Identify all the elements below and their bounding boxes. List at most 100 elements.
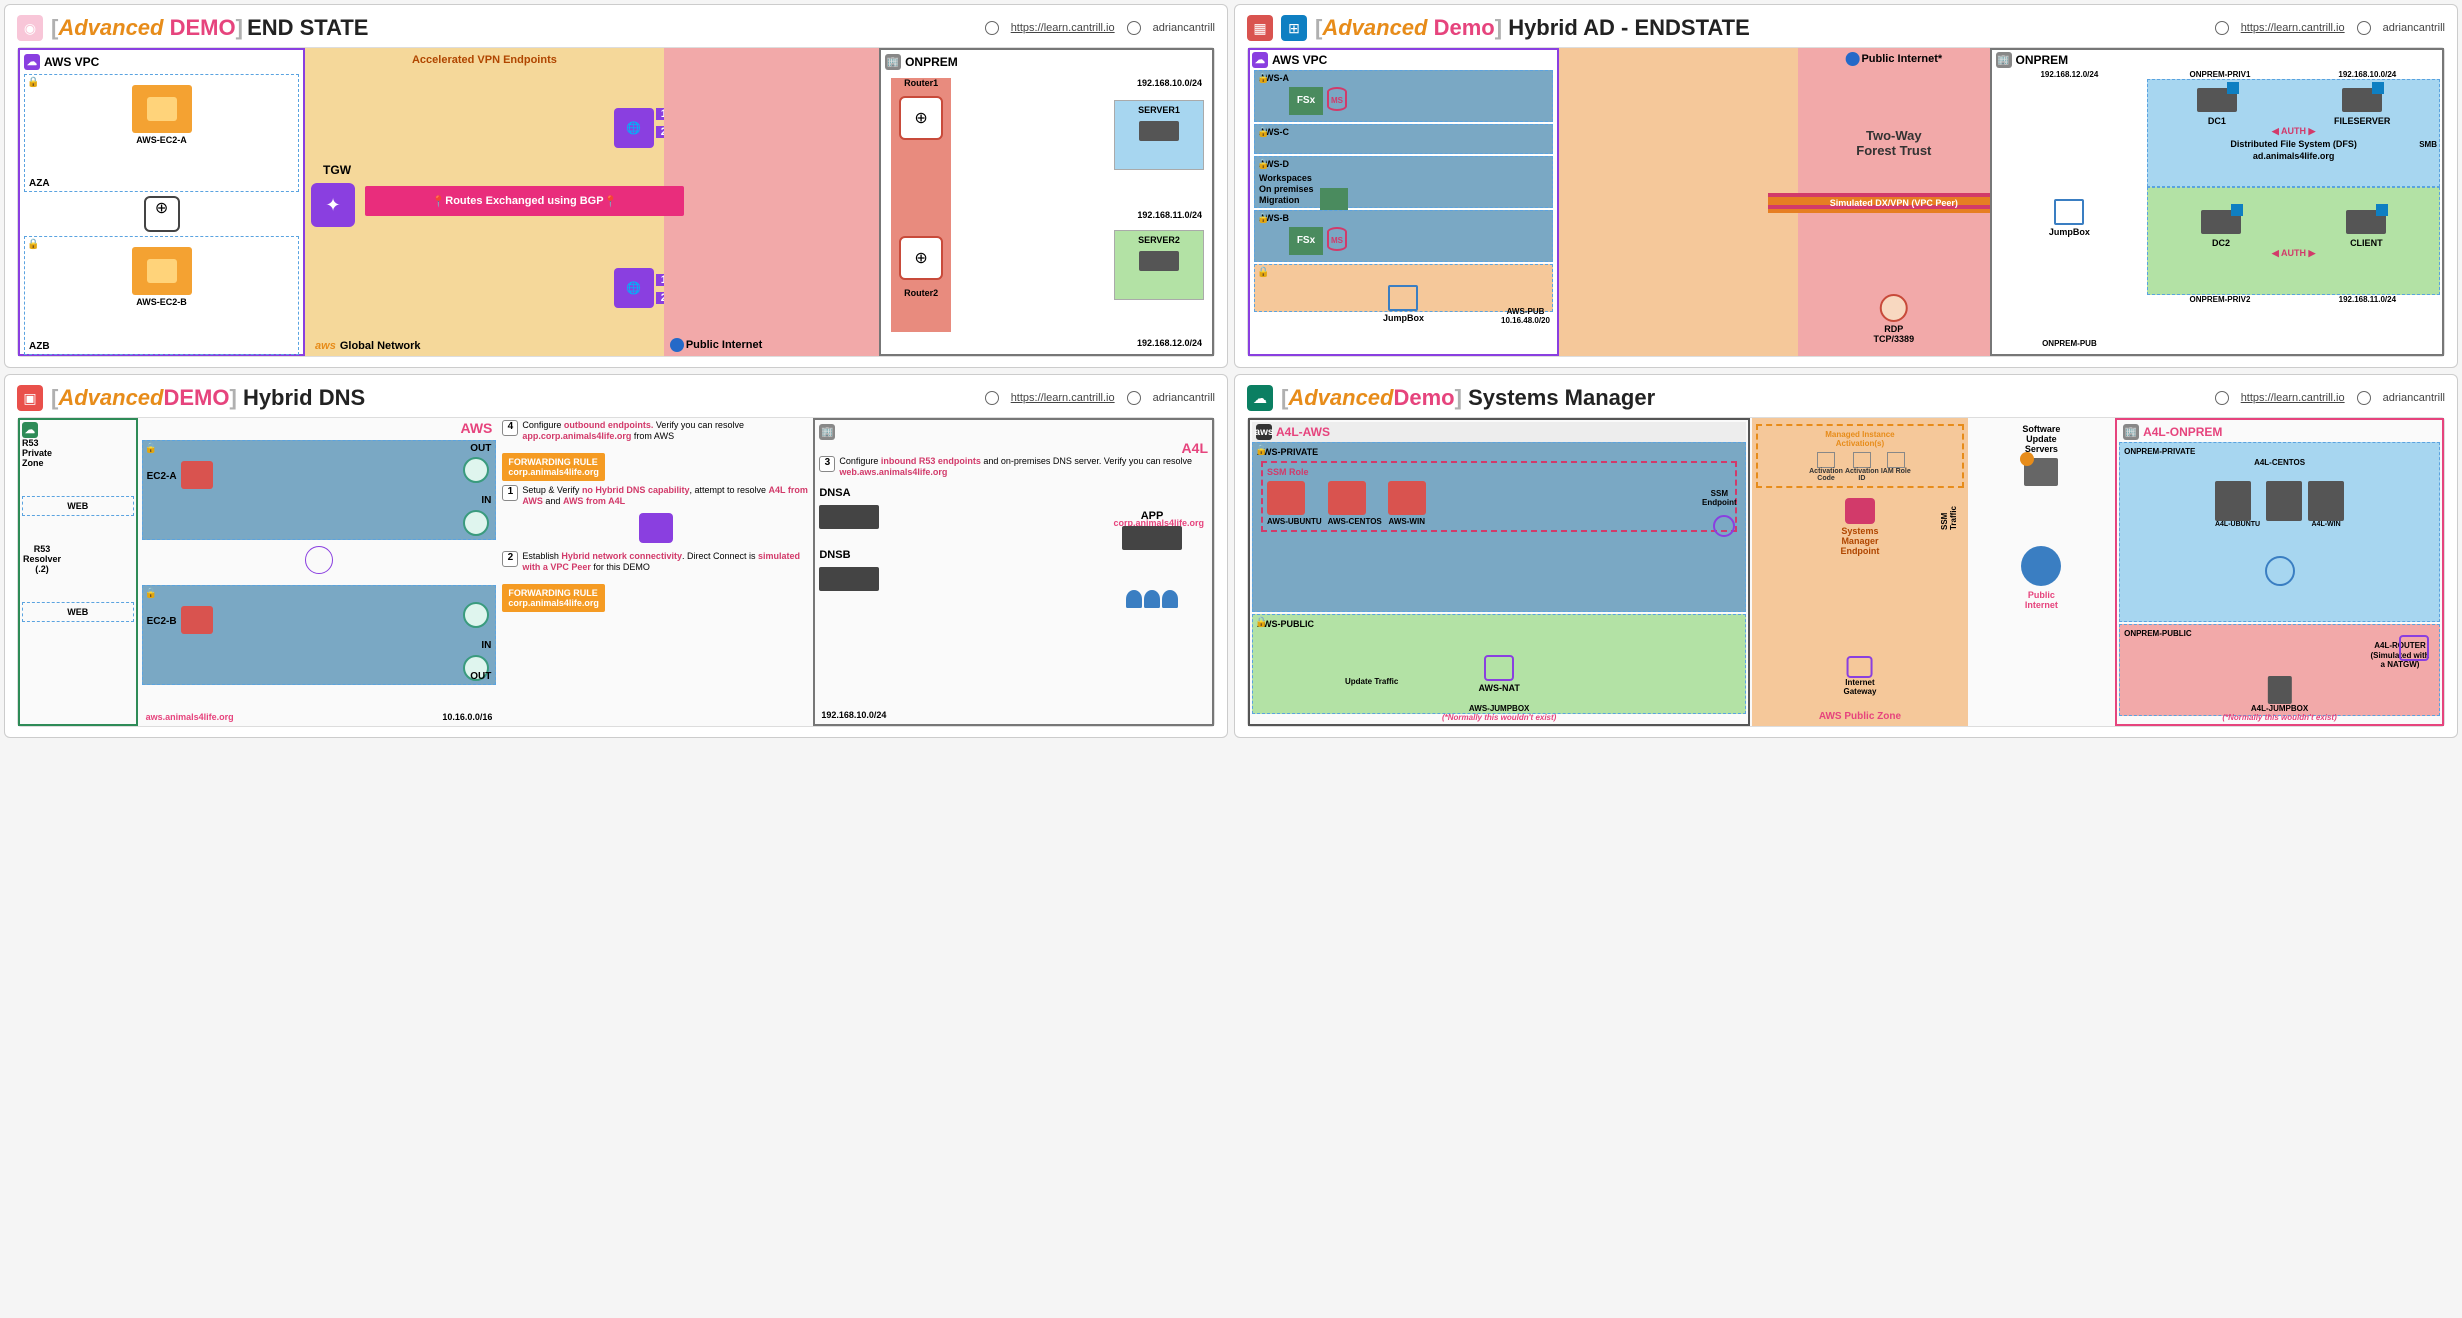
aws-ubuntu-icon <box>1267 481 1305 515</box>
router-icon: ⊕ <box>144 196 180 232</box>
vpc-box-b: 🔒 EC2-B IN OUT <box>142 585 497 685</box>
workspaces-label: Workspaces On premises Migration <box>1259 173 1314 205</box>
diagram-body: awsA4L-AWS 🔒AWS-PRIVATE SSM Role AWS-UBU… <box>1247 417 2445 727</box>
onprem-win-icon <box>2308 481 2344 521</box>
trust-label: Two-Way Forest Trust <box>1798 128 1989 158</box>
simulated-dx-label: Simulated DX/VPN (VPC Peer) <box>1768 193 2019 213</box>
systems-manager-endpoint-label: Systems Manager Endpoint <box>1754 498 1965 556</box>
diagram-body: ☁AWS VPC NATGW 🔒AWS-AFSxMS 🔒AWS-C 🔒AWS-D… <box>1247 47 2445 357</box>
learn-link[interactable]: https://learn.cantrill.io <box>2241 392 2345 404</box>
panel-systems-manager: ☁ [AdvancedDemo] Systems Manager https:/… <box>1234 374 2458 738</box>
panel-header: ☁ [AdvancedDemo] Systems Manager https:/… <box>1247 385 2445 411</box>
compass-icon <box>985 391 999 405</box>
onprem: 🏢ONPREM 192.168.12.0/24 JumpBox ONPREM-P… <box>1990 48 2445 356</box>
managed-instance-activations: Managed Instance Activation(s) Activatio… <box>1756 424 1963 488</box>
ec2-b-icon <box>132 247 192 295</box>
compass-icon <box>2215 21 2229 35</box>
person-icon <box>1162 590 1178 608</box>
ec2-icon <box>181 461 213 489</box>
code-icon <box>1817 452 1835 468</box>
web-record-2: WEB <box>22 602 134 622</box>
external-zone: Software Update Servers Public Internet <box>1970 418 2114 726</box>
subnet-aws-d: 🔒AWS-DWorkspaces On premises Migration <box>1254 156 1553 208</box>
server-icon <box>1139 251 1179 271</box>
aws-public-subnet: 🔒AWS-PUBLIC AWS-NAT Update Traffic <box>1252 614 1746 714</box>
dns-server-icon <box>819 567 879 591</box>
onprem: 🏢ONPREM Router1 ⊕ ⊕ Router2 192.168.10.0… <box>879 48 1214 356</box>
az-a: 🔒 AWS-EC2-A AZA <box>24 74 299 192</box>
jumpbox-icon <box>1388 285 1418 311</box>
lock-icon: 🔒 <box>27 239 39 250</box>
ec2-icon <box>181 606 213 634</box>
author-icon <box>2357 21 2371 35</box>
onprem-priv2: DC2CLIENT ◀ AUTH ▶ <box>2147 187 2440 295</box>
panel-title: [AdvancedDEMO] Hybrid DNS <box>51 385 365 411</box>
building-icon: 🏢 <box>819 424 835 440</box>
panel-header: ▣ [AdvancedDEMO] Hybrid DNS https://lear… <box>17 385 1215 411</box>
aws-win-icon <box>1388 481 1426 515</box>
rdp-label: RDP TCP/3389 <box>1874 294 1915 344</box>
workspaces-icon <box>1320 188 1348 212</box>
ssm-role-box: SSM Role AWS-UBUNTU AWS-CENTOS AWS-WIN <box>1261 461 1737 532</box>
panel-hybrid-dns: ▣ [AdvancedDEMO] Hybrid DNS https://lear… <box>4 374 1228 738</box>
person-icon <box>1126 590 1142 608</box>
resolver-icon <box>305 546 333 574</box>
forwarding-rule-1: FORWARDING RULEcorp.animals4life.org <box>502 453 605 481</box>
steps-column: 4Configure outbound endpoints. Verify yo… <box>500 418 811 726</box>
public-internet-label: Public Internet <box>670 338 762 352</box>
panel-icon: ▦ <box>1247 15 1273 41</box>
natgw-sim-icon <box>2399 635 2429 661</box>
author-label: adriancantrill <box>2383 392 2445 404</box>
sme-icon <box>1845 498 1875 524</box>
router-column: Router1 ⊕ ⊕ Router2 <box>891 78 951 332</box>
ec2-a-icon <box>132 85 192 133</box>
author-label: adriancantrill <box>1153 22 1215 34</box>
compass-icon <box>985 21 999 35</box>
subnet-aws-a: 🔒AWS-AFSxMS <box>1254 70 1553 122</box>
header-links: https://learn.cantrill.io adriancantrill <box>2215 391 2445 405</box>
tgw-icon: ✦ <box>311 183 355 227</box>
update-servers-label: Software Update Servers <box>1970 424 2114 454</box>
onprem-centos-icon <box>2266 481 2302 521</box>
routes-bgp-banner: 📍 Routes Exchanged using BGP 📍 <box>365 186 684 216</box>
web-record-1: WEB <box>22 496 134 516</box>
globe-icon <box>1845 52 1859 66</box>
subnet-aws-pub: 🔒JumpBoxAWS-PUB10.16.48.0/20 <box>1254 264 1553 312</box>
ssm-endpoint-label: SSM Endpoint <box>1697 489 1741 507</box>
vpc-icon: ☁ <box>24 54 40 70</box>
dc1-icon <box>2197 88 2237 112</box>
dc2-icon <box>2201 210 2241 234</box>
person-icon <box>1144 590 1160 608</box>
vpc-box-a: 🔒 OUT EC2-A IN <box>142 440 497 540</box>
public-internet-zone: Public Internet <box>664 48 879 356</box>
step-4: 4Configure outbound endpoints. Verify yo… <box>502 420 809 443</box>
author-label: adriancantrill <box>2383 22 2445 34</box>
vpc-icon: ☁ <box>1252 52 1268 68</box>
aws-centos-icon <box>1328 481 1366 515</box>
aws-side: AWS 🔒 OUT EC2-A IN 🔒 EC2-B IN OUT aws.an… <box>140 418 499 726</box>
building-icon: 🏢 <box>885 54 901 70</box>
igw-icon <box>1847 656 1873 678</box>
endpoint-in-icon <box>463 602 489 628</box>
aws-icon: aws <box>1256 424 1272 440</box>
r53-resolver-label: R53 Resolver (.2) <box>22 544 62 574</box>
subnet-aws-c: 🔒AWS-C <box>1254 124 1553 154</box>
fileserver-icon <box>2342 88 2382 112</box>
endpoint-in-icon <box>463 510 489 536</box>
learn-link[interactable]: https://learn.cantrill.io <box>2241 22 2345 34</box>
trust-zone: Public Internet* Two-Way Forest Trust Si… <box>1798 48 1989 356</box>
ms-ad-icon: MS <box>1327 227 1347 251</box>
update-servers-icon <box>2024 458 2058 486</box>
onprem-priv1: DC1FILESERVER ◀ AUTH ▶ Distributed File … <box>2147 79 2440 187</box>
building-icon: 🏢 <box>2123 424 2139 440</box>
jumpbox-icon <box>2054 199 2084 225</box>
header-links: https://learn.cantrill.io adriancantrill <box>985 21 1215 35</box>
az-b: 🔒 AWS-EC2-B AZB <box>24 236 299 354</box>
panel-title: [Advanced DEMO] END STATE <box>51 15 368 41</box>
aws-vpc: ☁AWS VPC 🔒 AWS-EC2-A AZA ⊕ 🔒 AWS-EC2-B A… <box>18 48 305 356</box>
learn-link[interactable]: https://learn.cantrill.io <box>1011 22 1115 34</box>
peering-icon <box>639 513 673 543</box>
learn-link[interactable]: https://learn.cantrill.io <box>1011 392 1115 404</box>
aws-private-subnet: 🔒AWS-PRIVATE SSM Role AWS-UBUNTU AWS-CEN… <box>1252 442 1746 612</box>
jumpbox-icon <box>2268 676 2292 704</box>
